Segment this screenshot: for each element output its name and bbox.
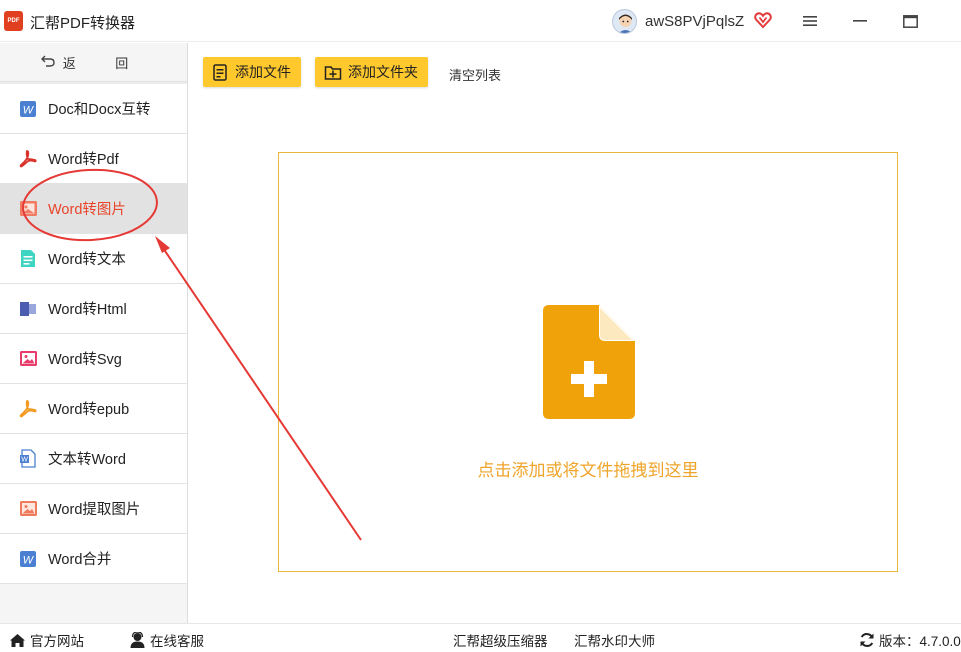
add-file-label: 添加文件 xyxy=(235,64,291,80)
epub-icon xyxy=(18,399,38,419)
app-title: 汇帮PDF转换器 xyxy=(30,15,136,32)
svg-text:W: W xyxy=(23,554,35,566)
title-bar: PDF 汇帮PDF转换器 awS8PVjPqlsZ xyxy=(0,0,961,42)
svg-text:W: W xyxy=(21,457,28,464)
sidebar-item-label: Word转Html xyxy=(48,302,127,318)
sidebar-item-label: Word转epub xyxy=(48,402,130,418)
add-folder-label: 添加文件夹 xyxy=(348,64,418,80)
sidebar-nav: W Doc和Docx互转 Word转Pdf Word转图片 Word转文本 Wo… xyxy=(0,84,187,584)
image-icon xyxy=(18,199,38,219)
sidebar-item-label: Word提取图片 xyxy=(48,502,141,518)
vip-heart-icon[interactable] xyxy=(753,10,773,30)
maximize-icon[interactable] xyxy=(897,8,923,34)
html-icon xyxy=(18,299,38,319)
avatar[interactable] xyxy=(612,9,637,34)
customer-service-icon xyxy=(130,632,145,648)
back-label: 返 回 xyxy=(62,55,147,71)
sidebar: 返 回 W Doc和Docx互转 Word转Pdf Word转图片 Word转文… xyxy=(0,43,188,623)
minimize-icon[interactable] xyxy=(847,8,873,34)
compressor-label: 汇帮超级压缩器 xyxy=(453,634,548,649)
back-arrow-icon xyxy=(40,54,55,71)
sidebar-item-word-merge[interactable]: W Word合并 xyxy=(0,534,187,584)
home-icon xyxy=(10,633,25,647)
add-file-button[interactable]: 添加文件 xyxy=(203,57,301,87)
sidebar-item-text-word[interactable]: W 文本转Word xyxy=(0,434,187,484)
word-doc-icon: W xyxy=(18,99,38,119)
online-support-link[interactable]: 在线客服 xyxy=(129,630,204,650)
extract-image-icon xyxy=(18,499,38,519)
sidebar-item-word-text[interactable]: Word转文本 xyxy=(0,234,187,284)
official-website-label: 官方网站 xyxy=(30,634,84,649)
text-file-icon xyxy=(18,249,38,269)
sidebar-item-label: Doc和Docx互转 xyxy=(48,102,151,118)
compressor-link[interactable]: 汇帮超级压缩器 xyxy=(453,630,548,650)
online-support-label: 在线客服 xyxy=(150,634,204,649)
sidebar-item-doc-docx[interactable]: W Doc和Docx互转 xyxy=(0,84,187,134)
drop-zone-hint: 点击添加或将文件拖拽到这里 xyxy=(477,461,699,480)
svg-image-icon xyxy=(18,349,38,369)
add-document-icon xyxy=(543,305,635,419)
official-website-link[interactable]: 官方网站 xyxy=(9,630,84,650)
sidebar-item-label: Word转文本 xyxy=(48,252,126,268)
sidebar-item-word-epub[interactable]: Word转epub xyxy=(0,384,187,434)
sidebar-item-label: 文本转Word xyxy=(48,452,126,468)
sidebar-item-word-html[interactable]: Word转Html xyxy=(0,284,187,334)
sidebar-item-word-svg[interactable]: Word转Svg xyxy=(0,334,187,384)
version-info[interactable]: 版本：4.7.0.0 xyxy=(859,630,961,650)
sidebar-item-extract-image[interactable]: Word提取图片 xyxy=(0,484,187,534)
pdf-icon xyxy=(18,149,38,169)
sidebar-item-label: Word转Svg xyxy=(48,352,122,368)
add-folder-button[interactable]: 添加文件夹 xyxy=(315,57,428,87)
status-bar: 官方网站 在线客服 汇帮超级压缩器 汇帮水印大师 版本：4.7.0.0 xyxy=(0,623,961,652)
app-window: PDF 汇帮PDF转换器 awS8PVjPqlsZ 返 回 W Doc和Docx… xyxy=(0,0,961,652)
add-file-icon xyxy=(213,63,227,81)
add-folder-icon xyxy=(324,65,342,80)
sidebar-item-label: Word转Pdf xyxy=(48,152,119,168)
version-label: 版本：4.7.0.0 xyxy=(879,634,961,649)
watermark-link[interactable]: 汇帮水印大师 xyxy=(574,630,655,650)
merge-icon: W xyxy=(18,549,38,569)
sidebar-item-label: Word转图片 xyxy=(48,202,126,218)
word-file-icon: W xyxy=(18,449,38,469)
file-drop-zone[interactable]: 点击添加或将文件拖拽到这里 xyxy=(278,152,898,572)
svg-text:W: W xyxy=(23,104,35,116)
sidebar-item-word-pdf[interactable]: Word转Pdf xyxy=(0,134,187,184)
menu-icon[interactable] xyxy=(797,8,823,34)
sidebar-item-label: Word合并 xyxy=(48,552,112,568)
refresh-icon xyxy=(860,633,874,647)
watermark-label: 汇帮水印大师 xyxy=(574,634,655,649)
back-button[interactable]: 返 回 xyxy=(0,43,187,82)
sidebar-item-word-image[interactable]: Word转图片 xyxy=(0,184,187,234)
username[interactable]: awS8PVjPqlsZ xyxy=(645,13,744,30)
app-logo-icon: PDF xyxy=(4,11,23,31)
clear-list-button[interactable]: 清空列表 xyxy=(449,65,501,84)
